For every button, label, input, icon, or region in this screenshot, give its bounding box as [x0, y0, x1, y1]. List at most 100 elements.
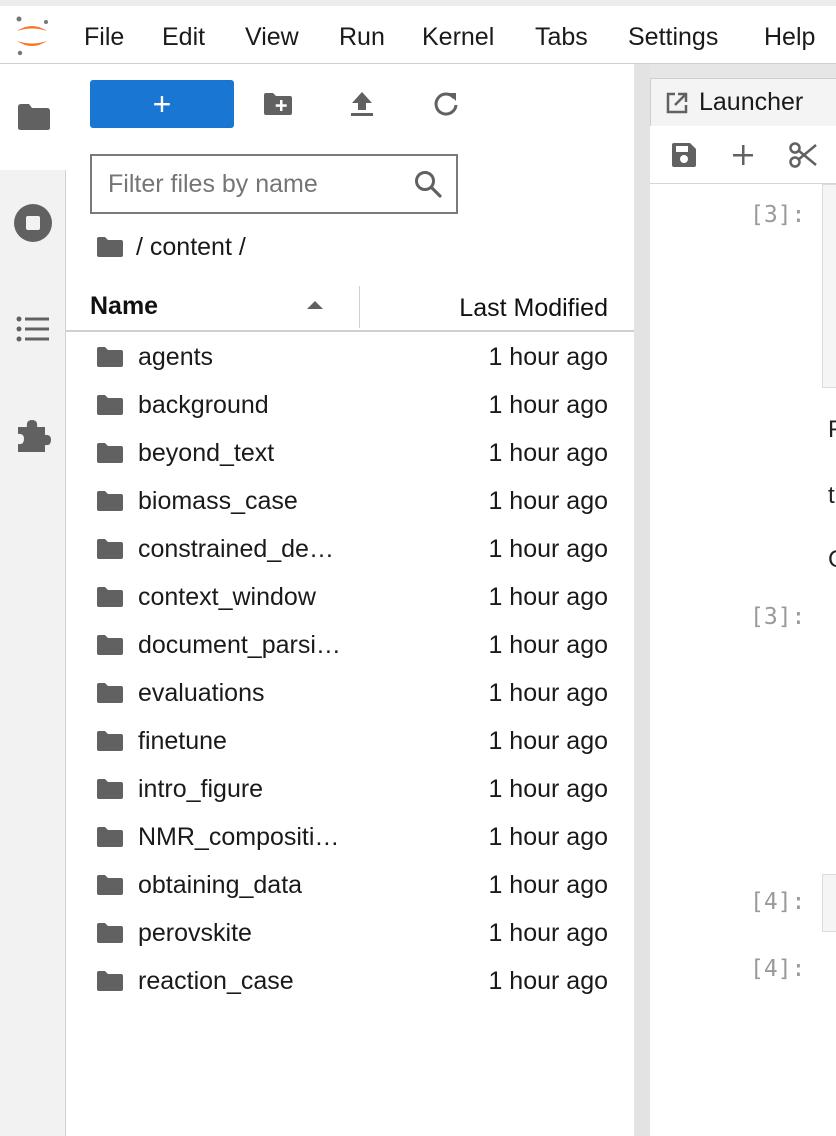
- launcher-icon: [666, 92, 688, 113]
- folder-icon: [97, 731, 123, 751]
- menu-help[interactable]: Help: [764, 22, 815, 52]
- save-icon: [672, 143, 696, 167]
- folder-icon: [97, 491, 123, 511]
- file-last-modified: 1 hour ago: [488, 391, 608, 419]
- folder-icon: [97, 875, 123, 895]
- home-folder-icon[interactable]: [96, 236, 124, 258]
- new-folder-icon: [264, 93, 292, 115]
- folder-icon: [97, 635, 123, 655]
- folder-icon: [97, 683, 123, 703]
- file-name: intro_figure: [138, 775, 264, 803]
- file-list-item[interactable]: context_window 1 hour ago: [66, 574, 634, 622]
- folder-icon: [97, 443, 123, 463]
- tab-launcher-label: Launcher: [699, 88, 804, 116]
- file-list-item[interactable]: agents 1 hour ago: [66, 334, 634, 382]
- file-filter-input[interactable]: [108, 164, 398, 204]
- column-header-last-modified[interactable]: Last Modified: [459, 294, 608, 323]
- cell-prompt-out-4: [4]:: [750, 956, 806, 982]
- running-stop-icon: [14, 204, 52, 242]
- sort-ascending-icon: [307, 301, 323, 309]
- file-name: biomass_case: [138, 487, 298, 515]
- file-list-item[interactable]: evaluations 1 hour ago: [66, 670, 634, 718]
- refresh-icon: [434, 92, 458, 116]
- cut-cell-button[interactable]: [789, 141, 817, 169]
- new-launcher-button[interactable]: +: [90, 80, 234, 128]
- file-last-modified: 1 hour ago: [488, 439, 608, 467]
- folder-icon: [97, 395, 123, 415]
- file-list-item[interactable]: background 1 hour ago: [66, 382, 634, 430]
- search-icon: [415, 171, 442, 198]
- upload-icon: [351, 92, 373, 116]
- refresh-button[interactable]: [430, 88, 462, 120]
- upload-button[interactable]: [346, 88, 378, 120]
- file-list-item[interactable]: intro_figure 1 hour ago: [66, 766, 634, 814]
- file-name: evaluations: [138, 679, 265, 707]
- file-list-item[interactable]: biomass_case 1 hour ago: [66, 478, 634, 526]
- file-list: agents 1 hour ago background 1 hour ago beyo…: [66, 334, 634, 1006]
- file-list-item[interactable]: reaction_case 1 hour ago: [66, 958, 634, 1006]
- file-last-modified: 1 hour ago: [488, 631, 608, 659]
- file-name: perovskite: [138, 919, 252, 947]
- file-list-item[interactable]: document_parsi… 1 hour ago: [66, 622, 634, 670]
- file-list-item[interactable]: perovskite 1 hour ago: [66, 910, 634, 958]
- folder-icon: [97, 539, 123, 559]
- file-name: NMR_compositi…: [138, 823, 340, 851]
- panel-splitter[interactable]: [634, 64, 650, 1136]
- file-last-modified: 1 hour ago: [488, 343, 608, 371]
- output-text-fragment: F: [828, 416, 836, 443]
- folder-icon: [97, 827, 123, 847]
- code-cell-input[interactable]: [822, 874, 836, 932]
- file-last-modified: 1 hour ago: [488, 727, 608, 755]
- save-button[interactable]: [670, 141, 698, 169]
- menu-run[interactable]: Run: [339, 22, 385, 52]
- folder-icon: [17, 104, 50, 130]
- file-last-modified: 1 hour ago: [488, 535, 608, 563]
- add-cell-button[interactable]: [729, 141, 757, 169]
- new-folder-button[interactable]: [262, 88, 294, 120]
- file-list-item[interactable]: finetune 1 hour ago: [66, 718, 634, 766]
- file-last-modified: 1 hour ago: [488, 823, 608, 851]
- menu-view[interactable]: View: [245, 22, 299, 52]
- cell-prompt-out-3: [3]:: [750, 604, 806, 630]
- file-last-modified: 1 hour ago: [488, 583, 608, 611]
- folder-icon: [97, 347, 123, 367]
- file-last-modified: 1 hour ago: [488, 775, 608, 803]
- menu-edit[interactable]: Edit: [162, 22, 205, 52]
- file-name: finetune: [138, 727, 227, 755]
- breadcrumb: / content /: [96, 230, 246, 264]
- running-sessions-tab[interactable]: [0, 170, 66, 276]
- file-list-item[interactable]: constrained_de… 1 hour ago: [66, 526, 634, 574]
- column-divider[interactable]: [359, 286, 360, 328]
- file-list-item[interactable]: obtaining_data 1 hour ago: [66, 862, 634, 910]
- file-list-item[interactable]: NMR_compositi… 1 hour ago: [66, 814, 634, 862]
- file-browser-tab[interactable]: [0, 64, 67, 170]
- cell-prompt-in-3: [3]:: [750, 202, 806, 228]
- folder-icon: [97, 971, 123, 991]
- table-of-contents-tab[interactable]: [0, 276, 66, 382]
- main-tab-bar: Launcher: [650, 64, 836, 126]
- output-text-fragment: t: [828, 482, 835, 509]
- file-name: context_window: [138, 583, 316, 611]
- extension-puzzle-icon: [18, 420, 51, 452]
- file-name: background: [138, 391, 269, 419]
- file-last-modified: 1 hour ago: [488, 679, 608, 707]
- file-last-modified: 1 hour ago: [488, 487, 608, 515]
- column-header-name[interactable]: Name: [90, 292, 158, 321]
- file-list-item[interactable]: beyond_text 1 hour ago: [66, 430, 634, 478]
- menu-settings[interactable]: Settings: [628, 22, 718, 52]
- breadcrumb-path[interactable]: / content /: [136, 233, 246, 262]
- code-cell-input[interactable]: [822, 184, 836, 388]
- menu-file[interactable]: File: [84, 22, 124, 52]
- file-name: agents: [138, 343, 214, 371]
- file-list-header: Name Last Modified: [66, 284, 634, 332]
- extension-manager-tab[interactable]: [0, 382, 66, 488]
- file-filter-box: [90, 154, 458, 214]
- menu-tabs[interactable]: Tabs: [535, 22, 588, 52]
- tab-launcher[interactable]: Launcher: [650, 78, 836, 126]
- folder-icon: [97, 923, 123, 943]
- file-browser-panel: + / content / Name: [66, 64, 634, 1136]
- menu-kernel[interactable]: Kernel: [422, 22, 494, 52]
- output-text-fragment: C: [828, 546, 836, 574]
- jupyter-logo-icon[interactable]: [10, 14, 54, 58]
- file-name: constrained_de…: [138, 535, 334, 563]
